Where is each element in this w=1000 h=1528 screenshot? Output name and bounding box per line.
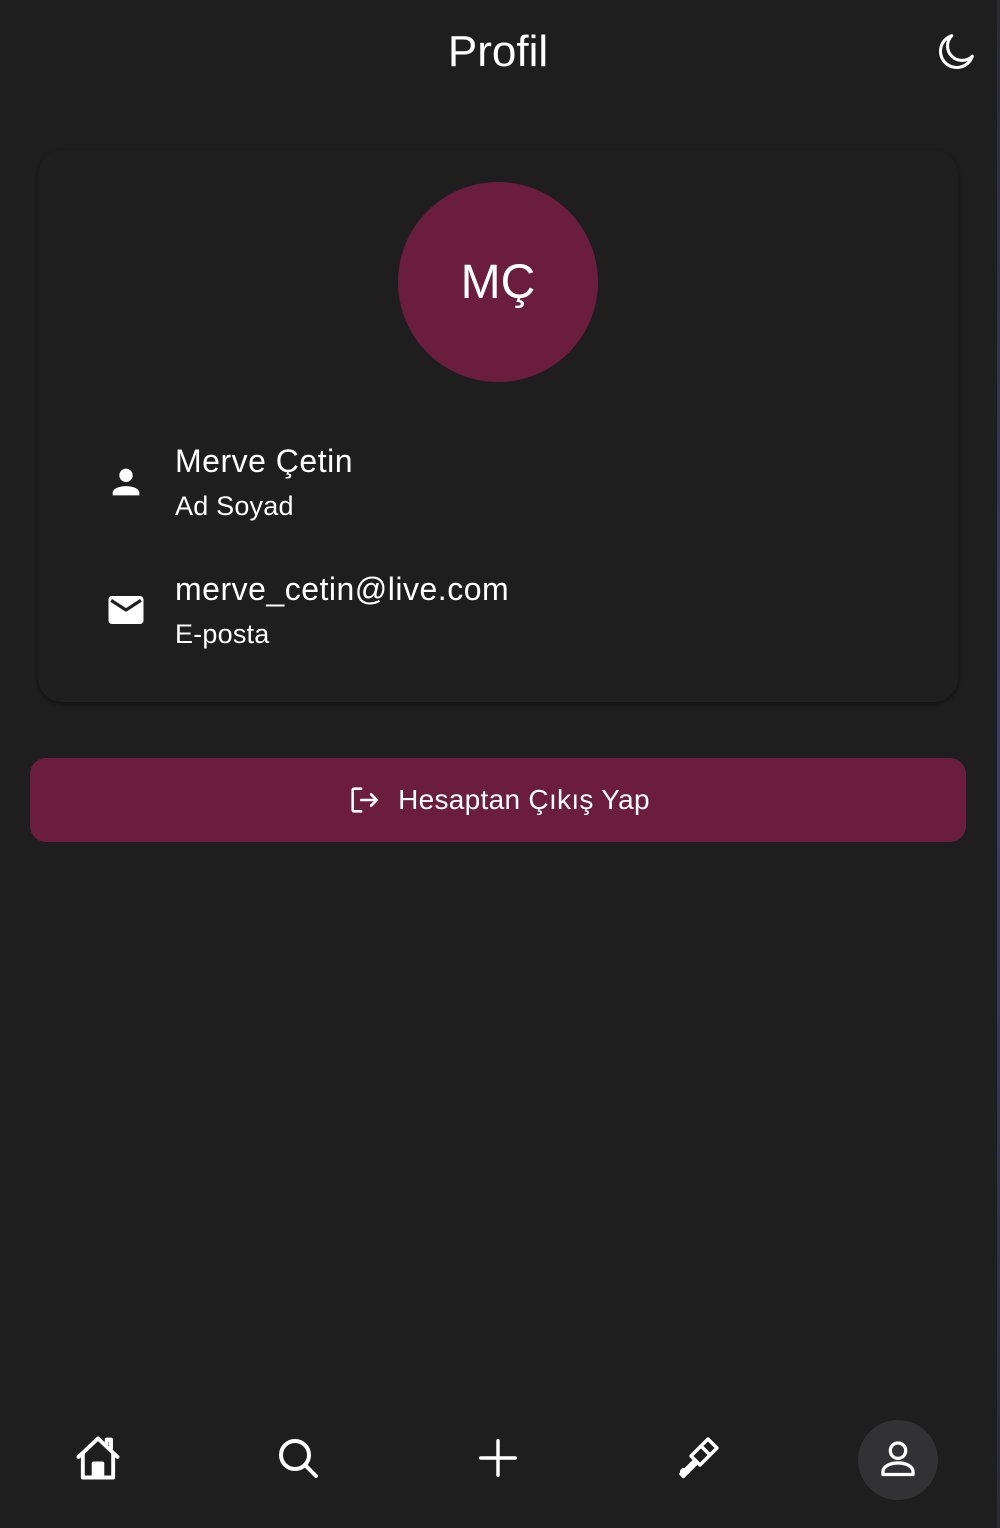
nav-search[interactable] — [258, 1420, 338, 1500]
profile-card: MÇ Merve Çetin Ad Soyad merve_cetin@live… — [38, 150, 958, 702]
nav-brush[interactable] — [658, 1420, 738, 1500]
name-row: Merve Çetin Ad Soyad — [100, 440, 920, 530]
nav-profile[interactable] — [858, 1420, 938, 1500]
nav-add[interactable] — [458, 1420, 538, 1500]
home-icon — [72, 1432, 124, 1489]
avatar-initials: MÇ — [460, 255, 536, 309]
email-value: merve_cetin@live.com — [175, 571, 510, 607]
logout-label: Hesaptan Çıkış Yap — [398, 784, 650, 815]
profile-screen: Profil MÇ Merve Çetin Ad Soyad merve_cet… — [0, 0, 1000, 1528]
email-row: merve_cetin@live.com E-posta — [100, 568, 920, 658]
search-icon — [274, 1434, 322, 1487]
email-label: E-posta — [175, 619, 270, 649]
moon-icon — [933, 29, 979, 80]
profile-icon — [876, 1436, 920, 1485]
logout-button[interactable]: Hesaptan Çıkış Yap — [30, 758, 966, 842]
avatar: MÇ — [398, 182, 598, 382]
add-icon — [475, 1435, 521, 1486]
bottom-nav — [0, 1400, 996, 1520]
nav-home[interactable] — [58, 1420, 138, 1500]
theme-toggle-button[interactable] — [928, 26, 984, 82]
name-value: Merve Çetin — [175, 443, 353, 479]
mail-icon — [100, 584, 152, 636]
logout-icon — [346, 782, 382, 818]
page-title: Profil — [447, 27, 549, 76]
name-label: Ad Soyad — [175, 491, 294, 521]
person-icon — [100, 456, 152, 508]
app-bar: Profil — [0, 0, 1000, 106]
brush-icon — [674, 1434, 722, 1487]
